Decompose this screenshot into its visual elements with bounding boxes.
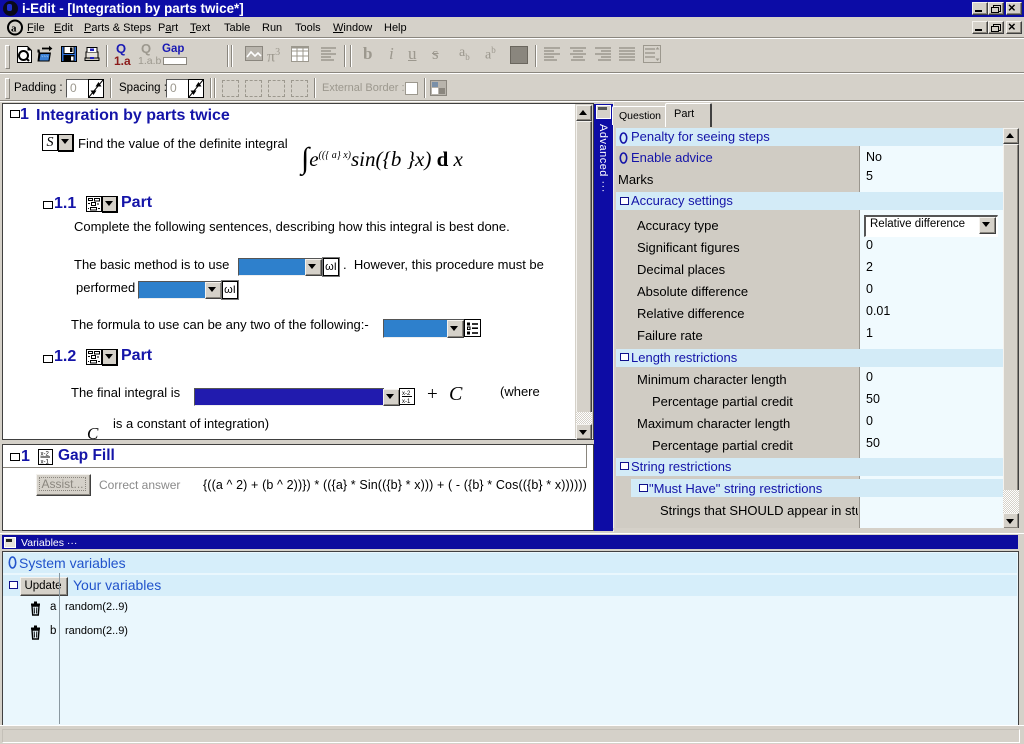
svg-text:a: a (11, 23, 17, 35)
svg-text:x-1: x-1 (41, 460, 50, 466)
svg-text:x-1: x-1 (402, 399, 411, 405)
